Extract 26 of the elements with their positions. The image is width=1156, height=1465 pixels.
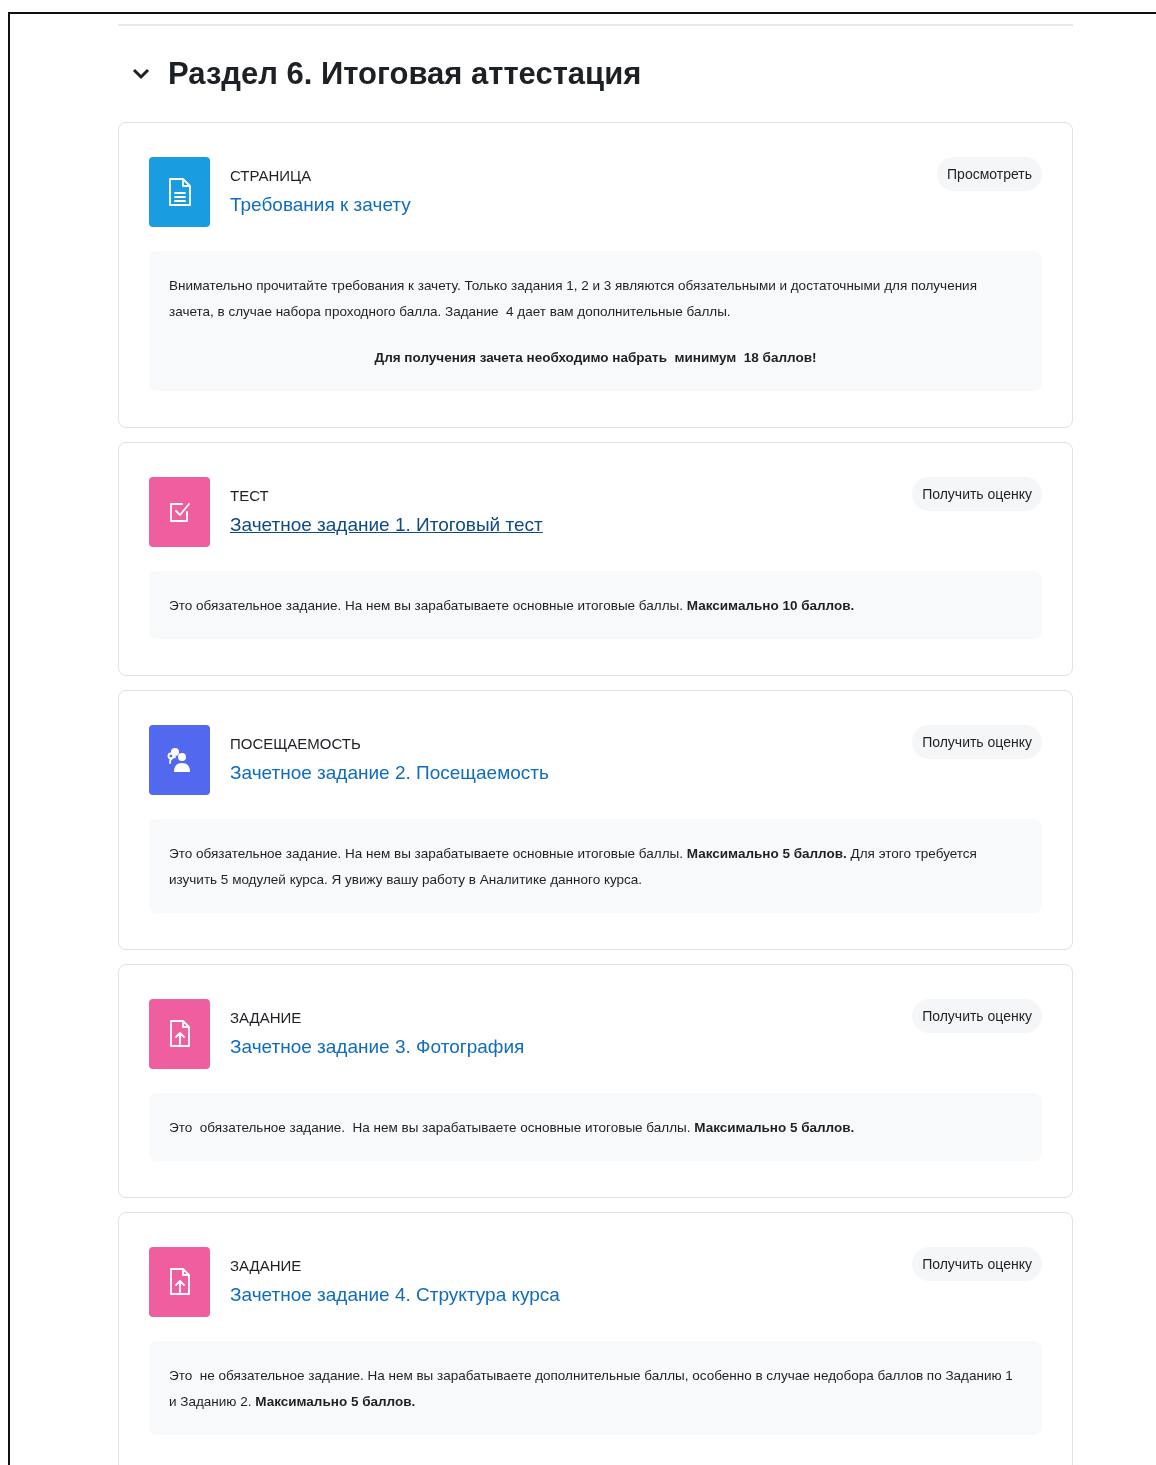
file-upload-icon <box>167 1019 192 1049</box>
activity-link[interactable]: Зачетное задание 2. Посещаемость <box>230 762 549 784</box>
action-button[interactable]: Получить оценку <box>912 999 1042 1033</box>
description-text: Для получения зачета необходимо набрать минимум 18 баллов! <box>373 349 818 367</box>
activity-type: ПОСЕЩАЕМОСТЬ <box>230 735 362 752</box>
activity-type: СТРАНИЦА <box>230 167 313 184</box>
description-text: Это обязательное задание. На нем вы зарабатываете основные итоговые баллы. Максимально 10 баллов. <box>169 597 856 615</box>
activity-link[interactable]: Зачетное задание 1. Итоговый тест <box>230 514 543 536</box>
description-text: Это обязательное задание. На нем вы зарабатываете основные итоговые баллы. Максимально 5 баллов. <box>169 1119 856 1137</box>
section-title: Раздел 6. Итоговая аттестация <box>168 56 642 92</box>
description-text: Это не обязательное задание. На нем вы зарабатываете дополнительные баллы, особенно в случае недобора баллов по Заданию 1 и Заданию 2. Максимально 5 баллов. <box>169 1367 1014 1411</box>
activity-type: ТЕСТ <box>230 487 270 504</box>
file-upload-icon <box>167 1267 192 1297</box>
action-button[interactable]: Получить оценку <box>912 477 1042 511</box>
document-icon <box>166 177 193 207</box>
activity-type: ЗАДАНИЕ <box>230 1257 303 1274</box>
action-button[interactable]: Получить оценку <box>912 1247 1042 1281</box>
activity-type: ЗАДАНИЕ <box>230 1009 303 1026</box>
caret-icon <box>132 68 150 80</box>
activity-link[interactable]: Зачетное задание 4. Структура курса <box>230 1284 560 1306</box>
action-button[interactable]: Получить оценку <box>912 725 1042 759</box>
activity-link[interactable]: Требования к зачету <box>230 194 411 216</box>
description-text: Внимательно прочитайте требования к зачету. Только задания 1, 2 и 3 являются обязательными и достаточными для получения зачета, в случае набора проходного балла. Задание 4 дает вам дополнительные баллы. <box>169 277 978 321</box>
action-button[interactable]: Просмотреть <box>937 157 1042 191</box>
description-text: Это обязательное задание. На нем вы зарабатываете основные итоговые баллы. Максимально 5 баллов. Для этого требуется изучить 5 модулей курса. Я увижу вашу работу в Аналитике данного курса. <box>169 845 978 889</box>
activity-link[interactable]: Зачетное задание 3. Фотография <box>230 1036 525 1058</box>
